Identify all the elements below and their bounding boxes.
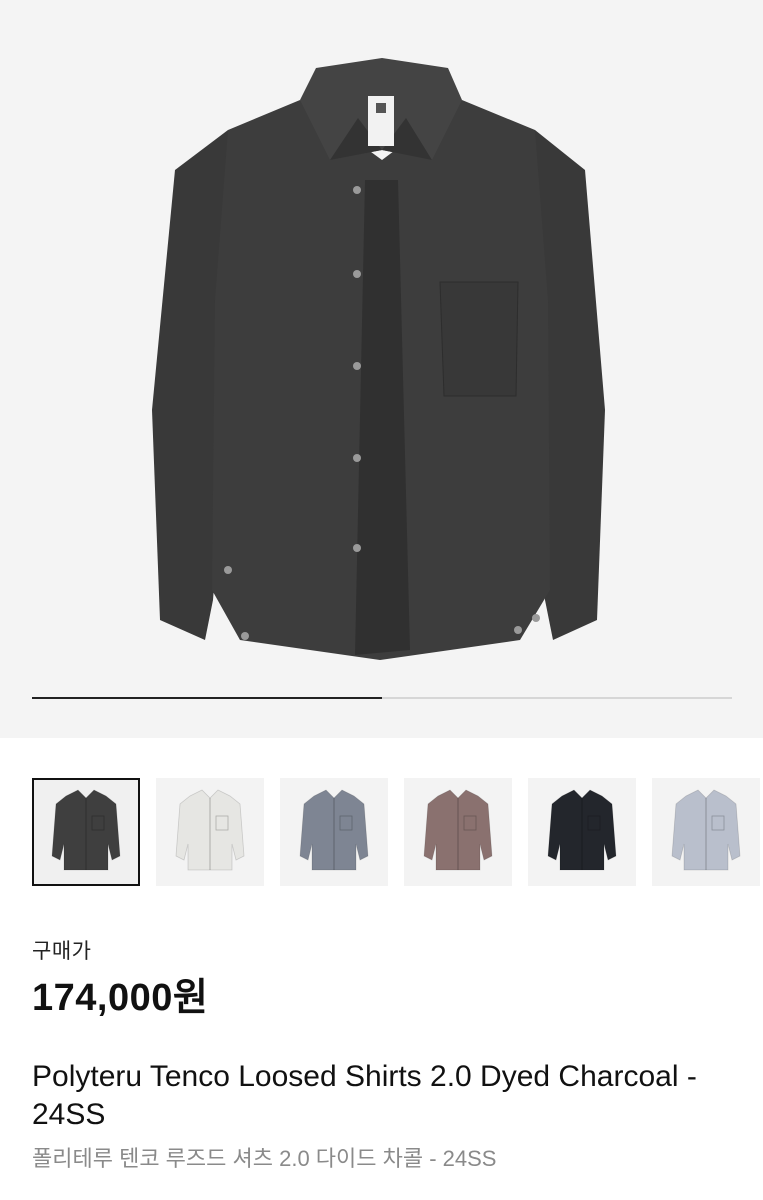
color-thumbnail-navy[interactable]: [528, 778, 636, 886]
price-label: 구매가: [32, 940, 92, 963]
gallery-progress-fill: [32, 697, 382, 699]
color-thumbnail-light-blue[interactable]: [652, 778, 760, 886]
shirt-thumbnail-image: [51, 789, 121, 871]
color-thumbnail-charcoal[interactable]: [32, 778, 140, 886]
product-main-image: [152, 58, 605, 660]
shirt-thumbnail-image: [175, 789, 245, 871]
color-thumbnail-brown[interactable]: [404, 778, 512, 886]
shirt-thumbnail-image: [671, 789, 741, 871]
shirt-thumbnail-image: [547, 789, 617, 871]
product-image-carousel[interactable]: [0, 0, 763, 738]
shirt-thumbnail-image: [423, 789, 493, 871]
color-thumbnail-blue-grey[interactable]: [280, 778, 388, 886]
color-thumbnail-ivory[interactable]: [156, 778, 264, 886]
price-value: 174,000원: [32, 977, 209, 1019]
product-subtitle-korean: 폴리테루 텐코 루즈드 셔츠 2.0 다이드 차콜 - 24SS: [32, 1146, 497, 1171]
color-thumbnail-strip: [32, 778, 763, 886]
gallery-progress-track: [32, 697, 732, 699]
shirt-thumbnail-image: [299, 789, 369, 871]
product-title: Polyteru Tenco Loosed Shirts 2.0 Dyed Ch…: [32, 1060, 697, 1131]
